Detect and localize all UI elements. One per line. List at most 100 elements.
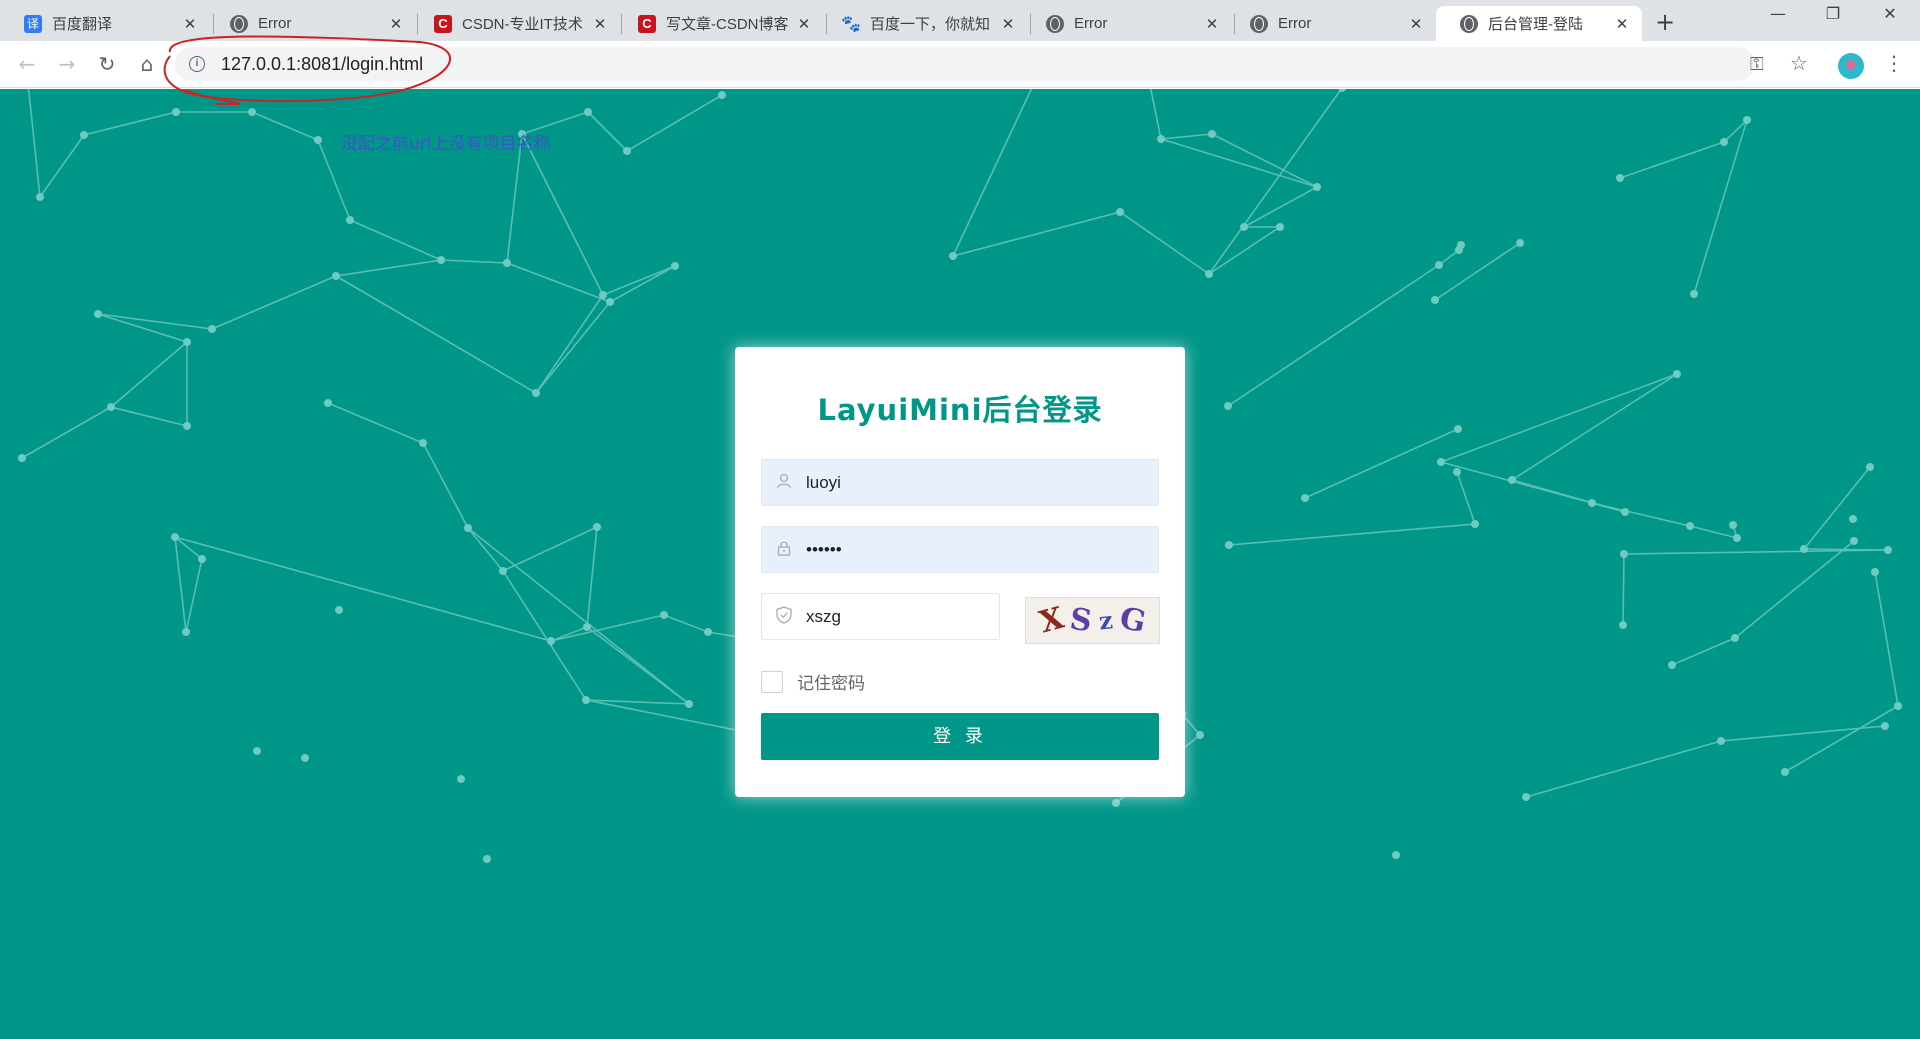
forward-button[interactable]: → <box>54 51 80 77</box>
window-close-button[interactable]: ✕ <box>1870 4 1910 23</box>
close-icon[interactable]: ✕ <box>388 16 404 32</box>
url-text[interactable]: 127.0.0.1:8081/login.html <box>221 54 423 75</box>
network-line <box>211 275 337 330</box>
network-line <box>110 406 188 427</box>
network-dot <box>464 524 472 532</box>
network-dot <box>499 567 507 575</box>
network-line <box>587 111 628 152</box>
address-bar[interactable]: i 127.0.0.1:8081/login.html <box>175 47 1755 81</box>
network-line <box>1160 138 1318 188</box>
close-icon[interactable]: ✕ <box>1408 16 1424 32</box>
tab-csdn-write[interactable]: C 写文章-CSDN博客 ✕ <box>614 6 824 41</box>
tab-baidu-fanyi[interactable]: 译 百度翻译 ✕ <box>0 6 210 41</box>
home-button[interactable]: ⌂ <box>134 51 160 77</box>
network-line <box>1119 211 1210 275</box>
network-dot <box>1157 135 1165 143</box>
restore-button[interactable]: ❐ <box>1813 4 1853 23</box>
network-line <box>1693 119 1748 295</box>
close-icon[interactable]: ✕ <box>1614 16 1630 32</box>
network-line <box>335 259 442 277</box>
network-dot <box>1392 851 1400 859</box>
network-dot <box>80 131 88 139</box>
user-icon <box>762 473 806 493</box>
network-line <box>467 527 690 705</box>
network-line <box>1149 89 1162 140</box>
captcha-field[interactable]: xszg <box>761 593 1000 640</box>
profile-avatar[interactable] <box>1838 53 1864 79</box>
tab-error-1[interactable]: Error ✕ <box>206 6 416 41</box>
network-line <box>185 558 203 633</box>
network-dot <box>1720 138 1728 146</box>
network-dot <box>1205 270 1213 278</box>
network-dot <box>1871 568 1879 576</box>
network-dot <box>1717 737 1725 745</box>
remember-password[interactable]: 记住密码 <box>761 669 865 694</box>
network-dot <box>1731 634 1739 642</box>
password-field[interactable]: •••••• <box>761 526 1159 573</box>
network-line <box>502 526 598 572</box>
tab-error-2[interactable]: Error ✕ <box>1022 6 1232 41</box>
tab-title: 百度翻译 <box>52 16 113 33</box>
key-icon[interactable]: ⚿ <box>1750 54 1764 75</box>
network-dot <box>1508 476 1516 484</box>
network-line <box>1208 89 1343 275</box>
network-dot <box>1471 520 1479 528</box>
network-line <box>21 406 112 459</box>
network-dot <box>949 252 957 260</box>
tab-csdn-it[interactable]: C CSDN-专业IT技术 ✕ <box>410 6 620 41</box>
network-dot <box>660 611 668 619</box>
network-dot <box>1225 541 1233 549</box>
tab-admin-login[interactable]: 后台管理-登陆 ✕ <box>1436 6 1642 41</box>
network-dot <box>1457 241 1465 249</box>
network-line <box>550 614 665 642</box>
network-line <box>1243 186 1318 228</box>
network-dot <box>599 291 607 299</box>
minimize-button[interactable]: — <box>1758 4 1798 23</box>
remember-checkbox[interactable] <box>761 670 783 693</box>
network-line <box>327 402 424 444</box>
close-icon[interactable]: ✕ <box>182 16 198 32</box>
network-line <box>602 265 676 296</box>
new-tab-button[interactable]: + <box>1655 8 1675 36</box>
network-dot <box>18 454 26 462</box>
login-card: LayuiMini后台登录 luoyi •••••• xszg X S z G <box>735 347 1185 797</box>
network-line <box>97 313 213 330</box>
back-button[interactable]: ← <box>14 51 40 77</box>
tab-error-3[interactable]: Error ✕ <box>1226 6 1436 41</box>
network-dot <box>1313 183 1321 191</box>
network-line <box>110 341 188 408</box>
network-dot <box>1616 174 1624 182</box>
network-dot <box>301 754 309 762</box>
network-dot <box>248 108 256 116</box>
network-line <box>1525 740 1722 798</box>
captcha-char: X <box>1035 600 1068 641</box>
network-dot <box>1743 116 1751 124</box>
network-line <box>1803 466 1871 550</box>
network-dot <box>1454 425 1462 433</box>
tab-baidu[interactable]: 🐾 百度一下，你就知 ✕ <box>818 6 1028 41</box>
captcha-image[interactable]: X S z G <box>1025 597 1160 644</box>
network-dot <box>718 91 726 99</box>
network-dot <box>1112 799 1120 807</box>
network-dot <box>1301 494 1309 502</box>
reload-button[interactable]: ↻ <box>94 51 120 77</box>
username-field[interactable]: luoyi <box>761 459 1159 506</box>
network-dot <box>583 623 591 631</box>
login-button[interactable]: 登 录 <box>761 713 1159 760</box>
info-icon[interactable]: i <box>189 56 205 72</box>
network-dot <box>1116 208 1124 216</box>
network-dot <box>1453 468 1461 476</box>
bookmark-star-icon[interactable]: ☆ <box>1790 51 1808 75</box>
close-icon[interactable]: ✕ <box>1000 16 1016 32</box>
network-dot <box>685 700 693 708</box>
network-line <box>349 219 442 261</box>
close-icon[interactable]: ✕ <box>1204 16 1220 32</box>
close-icon[interactable]: ✕ <box>796 16 812 32</box>
network-line <box>39 134 85 198</box>
network-dot <box>198 555 206 563</box>
menu-icon[interactable]: ⋮ <box>1884 51 1904 75</box>
close-icon[interactable]: ✕ <box>592 16 608 32</box>
tab-title: 写文章-CSDN博客 <box>666 16 789 33</box>
network-line <box>521 133 604 296</box>
network-line <box>1622 553 1625 626</box>
